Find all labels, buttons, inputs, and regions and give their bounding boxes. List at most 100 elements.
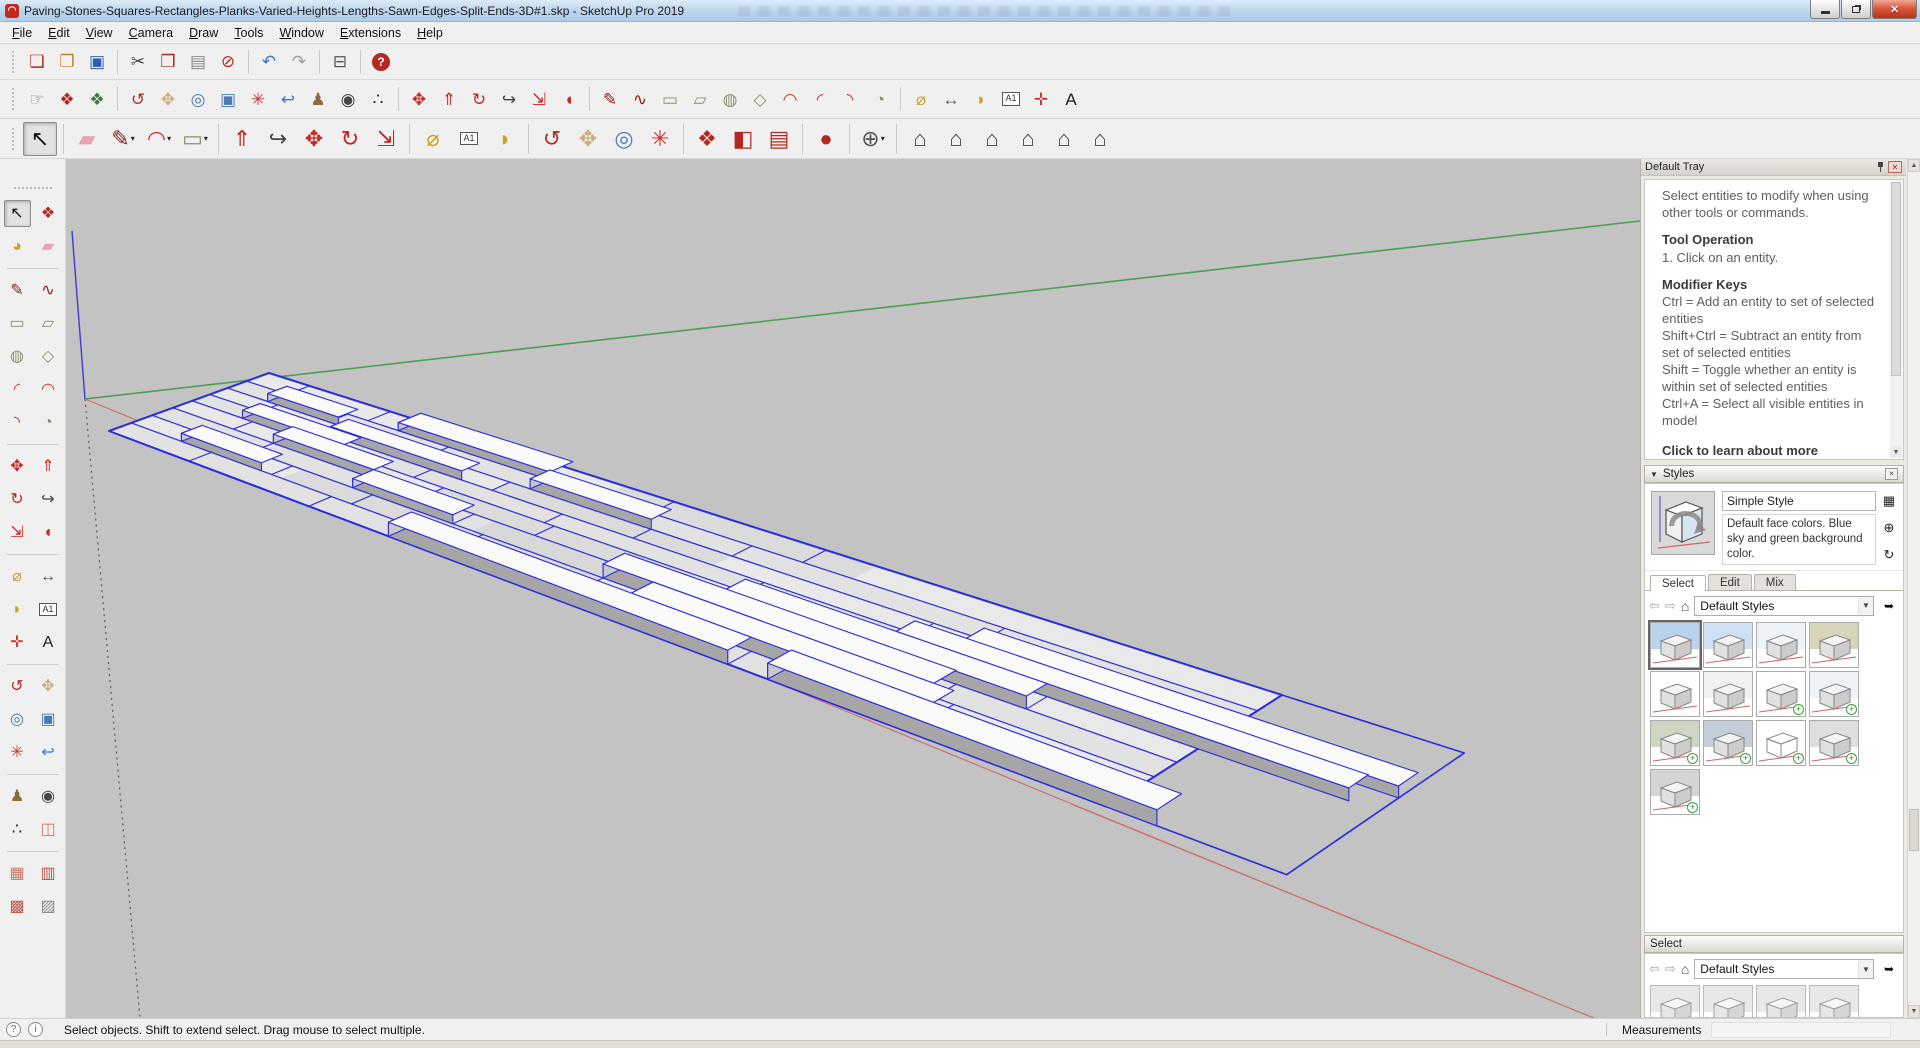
print-tool-button[interactable]: ⊟	[326, 48, 354, 76]
rotated-rectangle-tool-button[interactable]: ▱	[686, 85, 714, 113]
arc-tool-button[interactable]: ◠ ▾	[142, 122, 176, 156]
freehand-tool-button[interactable]: ∿	[35, 277, 62, 304]
toolbar-grip[interactable]	[13, 187, 52, 189]
menu-draw[interactable]: Draw	[181, 24, 226, 42]
rectangle-tool-button[interactable]: ▭	[4, 310, 31, 337]
look-around-tool-button[interactable]: ◉	[334, 85, 362, 113]
back-arrow-icon[interactable]: ⇦	[1649, 961, 1660, 977]
copy-tool-button[interactable]: ❒	[154, 48, 182, 76]
tape-measure-tool-button[interactable]: ⌀	[416, 122, 450, 156]
pin-icon[interactable]	[1876, 161, 1885, 173]
style-thumbnail[interactable]	[1703, 985, 1753, 1017]
style-thumbnail[interactable]: +	[1809, 670, 1859, 717]
tab-select[interactable]: Select	[1650, 574, 1706, 591]
view-top-tool-button[interactable]: ⌂	[939, 122, 973, 156]
make-component-tool-button[interactable]: ❖	[53, 85, 81, 113]
position-camera-tool-button[interactable]: ♟	[304, 85, 332, 113]
pan-tool-button[interactable]: ✥	[571, 122, 605, 156]
toolbar-grip[interactable]	[12, 88, 14, 110]
select-tool-button[interactable]: ↖	[3, 200, 31, 227]
info-icon[interactable]: i	[28, 1022, 43, 1037]
pan-tool-button[interactable]: ✥	[35, 673, 62, 700]
select-tool-button[interactable]: ↖	[23, 121, 57, 156]
style-thumbnail[interactable]	[1648, 619, 1702, 670]
rotate-tool-button[interactable]: ↻	[4, 486, 31, 513]
display-back-edges-tool-button[interactable]: ▨	[35, 893, 62, 920]
protractor-tool-button[interactable]: ◗	[4, 596, 31, 623]
close-button[interactable]: ✕	[1872, 0, 1917, 19]
text-tool-button[interactable]: A1	[997, 85, 1025, 113]
help-icon[interactable]: ?	[6, 1022, 21, 1037]
push-pull-tool-button[interactable]: ⇑	[225, 122, 259, 156]
restore-button[interactable]	[1841, 0, 1871, 19]
offset-tool-button[interactable]: ◖	[555, 85, 583, 113]
polygon-tool-button[interactable]: ◇	[35, 343, 62, 370]
display-secondary-pane-button[interactable]: ▦	[1880, 492, 1898, 510]
line-tool-button[interactable]: ✎ ▾	[106, 122, 140, 156]
undo-tool-button[interactable]: ↶	[255, 48, 283, 76]
dropdown-caret-icon[interactable]: ▾	[204, 134, 208, 143]
rectangle-tool-button[interactable]: ▭	[656, 85, 684, 113]
menu-extensions[interactable]: Extensions	[332, 24, 409, 42]
orbit-tool-button[interactable]: ↺	[535, 122, 569, 156]
style-thumbnail[interactable]	[1809, 985, 1859, 1017]
select-panel-header[interactable]: Select	[1644, 935, 1904, 953]
minimize-button[interactable]	[1810, 0, 1840, 19]
in-model-home-icon[interactable]: ⌂	[1681, 961, 1689, 977]
protractor-tool-button[interactable]: ◗	[967, 85, 995, 113]
style-name-input[interactable]	[1722, 491, 1876, 511]
arc-tool-button[interactable]: ◜	[4, 376, 31, 403]
open-tool-button[interactable]: ❐	[53, 48, 81, 76]
style-thumbnail[interactable]	[1650, 985, 1700, 1017]
toolbar-grip[interactable]	[12, 50, 14, 73]
paint-bucket-tool-button[interactable]: ◕	[4, 233, 31, 260]
style-thumbnail[interactable]	[1809, 621, 1859, 668]
bottom-collection-dropdown[interactable]: Default Styles ▼	[1694, 959, 1874, 979]
cut-tool-button[interactable]: ✂	[124, 48, 152, 76]
dropdown-caret-icon[interactable]: ▾	[167, 134, 171, 143]
measurements-input[interactable]	[1711, 1021, 1892, 1038]
forward-arrow-icon[interactable]: ⇨	[1665, 961, 1676, 977]
style-thumbnail[interactable]	[1650, 670, 1700, 717]
tray-scrollbar[interactable]: ▲ ▼	[1907, 159, 1920, 1018]
share-model-tool-button[interactable]: ●	[809, 122, 843, 156]
details-arrow-button[interactable]: ➥	[1879, 596, 1899, 616]
walk-tool-button[interactable]: ∴	[364, 85, 392, 113]
previous-tool-button[interactable]: ↩	[274, 85, 302, 113]
component-reports-tool-button[interactable]: ▤	[762, 122, 796, 156]
save-tool-button[interactable]: ▣	[83, 48, 111, 76]
display-section-cuts-tool-button[interactable]: ▥	[35, 860, 62, 887]
model-canvas[interactable]	[66, 159, 1640, 1018]
select-hand-tool-button[interactable]: ☞	[23, 85, 51, 113]
style-preview-thumbnail[interactable]	[1651, 491, 1715, 555]
zoom-tool-button[interactable]: ◎	[607, 122, 641, 156]
follow-me-tool-button[interactable]: ↪	[261, 122, 295, 156]
rectangle-tool-button[interactable]: ▭ ▾	[178, 122, 212, 156]
line-tool-button[interactable]: ✎	[596, 85, 624, 113]
in-model-home-icon[interactable]: ⌂	[1681, 598, 1689, 614]
update-style-button[interactable]: ↻	[1880, 546, 1898, 564]
instructor-more-link[interactable]: Click to learn about more advanced opera…	[1662, 443, 1875, 459]
three-point-arc-tool-button[interactable]: ◝	[836, 85, 864, 113]
protractor-tool-button[interactable]: ◗	[488, 122, 522, 156]
move-tool-button[interactable]: ✥	[297, 122, 331, 156]
circle-tool-button[interactable]: ◍	[4, 343, 31, 370]
two-point-arc-tool-button[interactable]: ◠	[35, 376, 62, 403]
eraser-tool-button[interactable]: ▰	[35, 233, 62, 260]
three-point-arc-tool-button[interactable]: ◝	[4, 409, 31, 436]
details-arrow-button[interactable]: ➥	[1879, 959, 1899, 979]
model-info-tool-button[interactable]: ?	[367, 48, 395, 76]
new-tool-button[interactable]: ❏	[23, 48, 51, 76]
walk-tool-button[interactable]: ∴	[4, 816, 31, 843]
axes-tool-button[interactable]: ✛	[1027, 85, 1055, 113]
move-tool-button[interactable]: ✥	[4, 453, 31, 480]
view-front-tool-button[interactable]: ⌂	[975, 122, 1009, 156]
previous-tool-button[interactable]: ↩	[35, 739, 62, 766]
tray-scroll-up-icon[interactable]: ▲	[1908, 159, 1920, 172]
tab-mix[interactable]: Mix	[1753, 573, 1796, 590]
instructor-scroll-thumb[interactable]	[1891, 182, 1901, 376]
back-arrow-icon[interactable]: ⇦	[1649, 598, 1660, 614]
scale-tool-button[interactable]: ⇲	[369, 122, 403, 156]
menu-camera[interactable]: Camera	[121, 24, 181, 42]
style-thumbnail[interactable]	[1756, 985, 1806, 1017]
